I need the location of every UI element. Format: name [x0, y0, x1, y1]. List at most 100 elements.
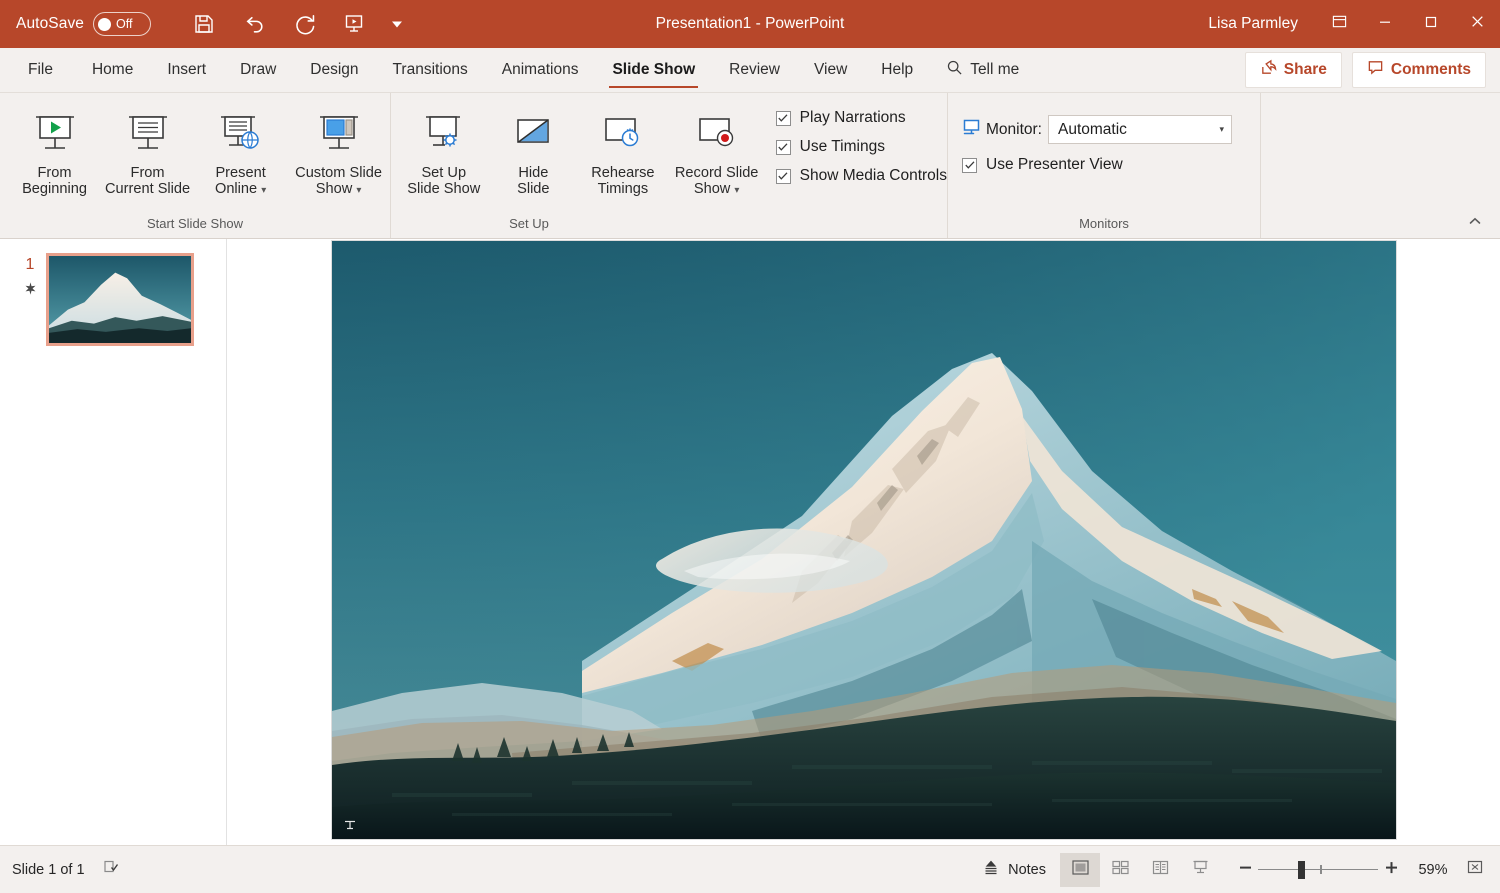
checkbox-icon: [962, 157, 977, 173]
ribbon-tabs-right: Share Comments: [1244, 48, 1500, 92]
show-media-controls-label: Show Media Controls: [799, 167, 947, 184]
autosave-control[interactable]: AutoSave Off: [16, 12, 152, 36]
account-name[interactable]: Lisa Parmley: [1208, 15, 1298, 33]
ribbon-group-start-slide-show: From Beginning From Current Slide Presen…: [0, 93, 390, 238]
redo-button[interactable]: [279, 4, 329, 44]
share-button[interactable]: Share: [1244, 52, 1342, 88]
accessibility-checker-icon[interactable]: [103, 858, 121, 881]
minus-icon: [1238, 860, 1253, 880]
use-timings-label: Use Timings: [799, 138, 885, 155]
record-slide-show-button[interactable]: Record Slide Show ▾: [668, 99, 766, 198]
zoom-out-button[interactable]: [1232, 856, 1258, 884]
set-up-slide-show-label: Set Up Slide Show: [407, 165, 481, 198]
notes-button[interactable]: Notes: [968, 859, 1060, 881]
present-online-button[interactable]: Present Online ▾: [194, 99, 287, 198]
rehearse-timings-button[interactable]: Rehearse Timings: [578, 99, 668, 198]
slide-canvas-pane: [227, 239, 1500, 845]
zoom-slider-handle[interactable]: [1297, 860, 1305, 879]
ribbon-group-set-up: Set Up Slide Show Hide Slide Rehearse Ti…: [390, 93, 947, 238]
reading-view-button[interactable]: [1140, 853, 1180, 887]
comments-label: Comments: [1390, 61, 1471, 78]
chevron-down-icon: [389, 16, 405, 32]
minimize-button[interactable]: [1362, 0, 1408, 48]
close-button[interactable]: [1454, 0, 1500, 48]
ribbon-group-title: Start Slide Show: [146, 216, 244, 231]
slide-canvas[interactable]: [330, 240, 1397, 840]
quick-access-toolbar: [179, 4, 415, 44]
ribbon-tabs: File Home Insert Draw Design Transitions…: [0, 48, 1500, 93]
from-beginning-label: From Beginning: [22, 165, 87, 198]
hide-slide-label: Hide Slide: [517, 165, 550, 198]
normal-view-icon: [1071, 858, 1090, 882]
zoom-slider-midpoint: [1320, 865, 1322, 874]
maximize-button[interactable]: [1408, 0, 1454, 48]
zoom-in-button[interactable]: [1378, 856, 1404, 884]
chevron-up-icon: [1468, 214, 1482, 233]
tab-view[interactable]: View: [797, 48, 864, 92]
slide-sorter-view-button[interactable]: [1100, 853, 1140, 887]
play-narrations-checkbox[interactable]: Play Narrations: [775, 109, 947, 127]
zoom-control: 59%: [1232, 853, 1500, 887]
rehearse-timings-label: Rehearse Timings: [591, 165, 655, 198]
tell-me-label: Tell me: [970, 61, 1020, 78]
notes-label: Notes: [1008, 861, 1046, 878]
start-from-beginning-button[interactable]: [329, 4, 379, 44]
slide-thumbnail-1[interactable]: [46, 253, 194, 346]
tell-me-search[interactable]: Tell me: [930, 48, 1035, 92]
tab-design[interactable]: Design: [293, 48, 375, 92]
tab-home[interactable]: Home: [75, 48, 150, 92]
restore-icon: [1424, 15, 1438, 34]
custom-slide-show-label: Custom Slide Show ▾: [295, 165, 382, 198]
monitor-select[interactable]: Automatic ▾: [1048, 115, 1232, 144]
slide-picture[interactable]: [331, 241, 1396, 839]
autosave-toggle[interactable]: Off: [93, 12, 152, 36]
undo-button[interactable]: [229, 4, 279, 44]
from-beginning-button[interactable]: From Beginning: [8, 99, 101, 198]
chevron-down-icon: ▾: [1219, 124, 1224, 134]
media-controls-icon[interactable]: [342, 817, 358, 833]
hide-slide-button[interactable]: Hide Slide: [489, 99, 579, 198]
customize-quick-access-toolbar-button[interactable]: [379, 4, 415, 44]
tab-transitions[interactable]: Transitions: [376, 48, 485, 92]
chevron-down-icon: ▾: [356, 185, 362, 197]
comment-icon: [1367, 59, 1384, 81]
fit-to-window-button[interactable]: [1456, 853, 1494, 887]
set-up-slide-show-button[interactable]: Set Up Slide Show: [399, 99, 489, 198]
animation-star-icon[interactable]: [23, 281, 38, 301]
tab-file[interactable]: File: [0, 48, 75, 92]
comments-button[interactable]: Comments: [1351, 52, 1486, 88]
share-label: Share: [1283, 61, 1327, 78]
tab-help[interactable]: Help: [864, 48, 930, 92]
use-presenter-view-checkbox[interactable]: Use Presenter View: [948, 144, 1123, 174]
record-slide-show-label: Record Slide Show ▾: [674, 165, 759, 198]
thumbnail-meta: 1: [14, 253, 46, 346]
tab-draw[interactable]: Draw: [223, 48, 293, 92]
zoom-percentage[interactable]: 59%: [1410, 862, 1456, 878]
from-current-slide-button[interactable]: From Current Slide: [101, 99, 194, 198]
tab-slide-show[interactable]: Slide Show: [595, 48, 712, 92]
collapse-ribbon-button[interactable]: [1464, 212, 1486, 234]
powerpoint-window: AutoSave Off Presentation1 - PowerPoint …: [0, 0, 1500, 893]
monitor-label: Monitor:: [986, 120, 1042, 138]
save-button[interactable]: [179, 4, 229, 44]
tab-animations[interactable]: Animations: [485, 48, 596, 92]
from-current-slide-label: From Current Slide: [104, 165, 191, 198]
slide-show-view-button[interactable]: [1180, 853, 1220, 887]
ribbon-body: From Beginning From Current Slide Presen…: [0, 93, 1500, 239]
monitor-row: Monitor: Automatic ▾: [948, 99, 1232, 144]
from-current-slide-icon: [120, 105, 176, 165]
slide-thumbnail-pane: 1: [0, 239, 227, 845]
tab-insert[interactable]: Insert: [150, 48, 223, 92]
undo-icon: [242, 12, 267, 37]
tab-review[interactable]: Review: [712, 48, 797, 92]
thumbnail-row: 1: [0, 253, 226, 346]
present-online-icon: [213, 105, 269, 165]
custom-slide-show-button[interactable]: Custom Slide Show ▾: [287, 99, 390, 198]
normal-view-button[interactable]: [1060, 852, 1100, 887]
show-media-controls-checkbox[interactable]: Show Media Controls: [775, 167, 947, 185]
ribbon-display-options-button[interactable]: [1316, 0, 1362, 48]
workspace: 1: [0, 239, 1500, 845]
zoom-slider[interactable]: [1258, 856, 1378, 884]
use-timings-checkbox[interactable]: Use Timings: [775, 138, 947, 156]
redo-icon: [292, 12, 317, 37]
